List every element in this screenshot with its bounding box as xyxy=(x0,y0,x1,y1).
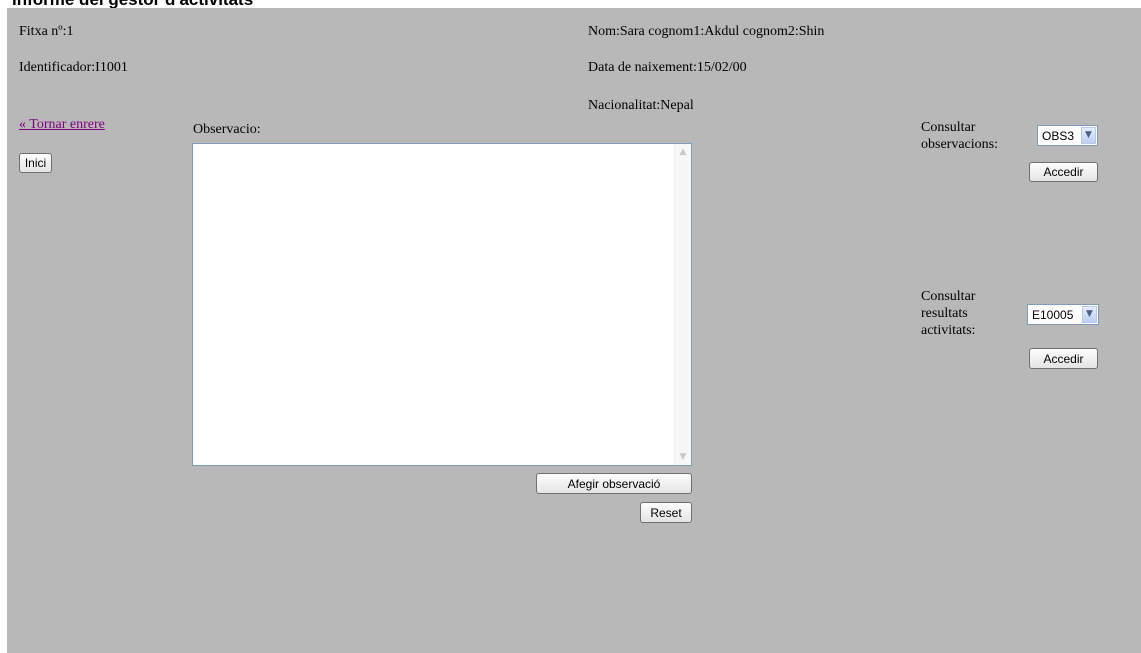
add-observation-button[interactable]: Afegir observació xyxy=(536,473,692,494)
chevron-down-icon: ▼ xyxy=(1081,127,1096,144)
identifier: Identificador:I1001 xyxy=(19,60,128,75)
observations-select[interactable]: OBS3 ▼ xyxy=(1037,125,1098,146)
reset-button[interactable]: Reset xyxy=(640,502,692,523)
home-button[interactable]: Inici xyxy=(19,153,52,173)
access-results-button[interactable]: Accedir xyxy=(1029,348,1098,369)
birth-date: Data de naixement:15/02/00 xyxy=(588,60,747,75)
consult-results-label: Consultar resultats activitats: xyxy=(921,289,976,338)
nationality: Nacionalitat:Nepal xyxy=(588,98,694,113)
scroll-down-icon[interactable]: ▼ xyxy=(675,449,691,465)
access-observations-button[interactable]: Accedir xyxy=(1029,162,1098,182)
observations-select-value: OBS3 xyxy=(1042,129,1075,143)
observation-textarea[interactable]: ▲ ▼ xyxy=(192,143,692,466)
main-panel: Fitxa nº:1 Identificador:I1001 Nom:Sara … xyxy=(7,8,1141,653)
file-number: Fitxa nº:1 xyxy=(19,24,74,39)
consult-observations-label: Consultar observacions: xyxy=(921,120,998,152)
page-title: Informe del gestor d'activitats xyxy=(12,0,253,8)
back-link[interactable]: « Tornar enrere xyxy=(19,117,105,133)
scroll-up-icon[interactable]: ▲ xyxy=(675,144,691,160)
patient-name: Nom:Sara cognom1:Akdul cognom2:Shin xyxy=(588,24,825,39)
results-select[interactable]: E10005 ▼ xyxy=(1027,304,1099,325)
results-select-value: E10005 xyxy=(1032,308,1074,322)
observation-label: Observacio: xyxy=(193,122,261,137)
textarea-scrollbar[interactable]: ▲ ▼ xyxy=(674,144,691,465)
chevron-down-icon: ▼ xyxy=(1082,306,1097,323)
